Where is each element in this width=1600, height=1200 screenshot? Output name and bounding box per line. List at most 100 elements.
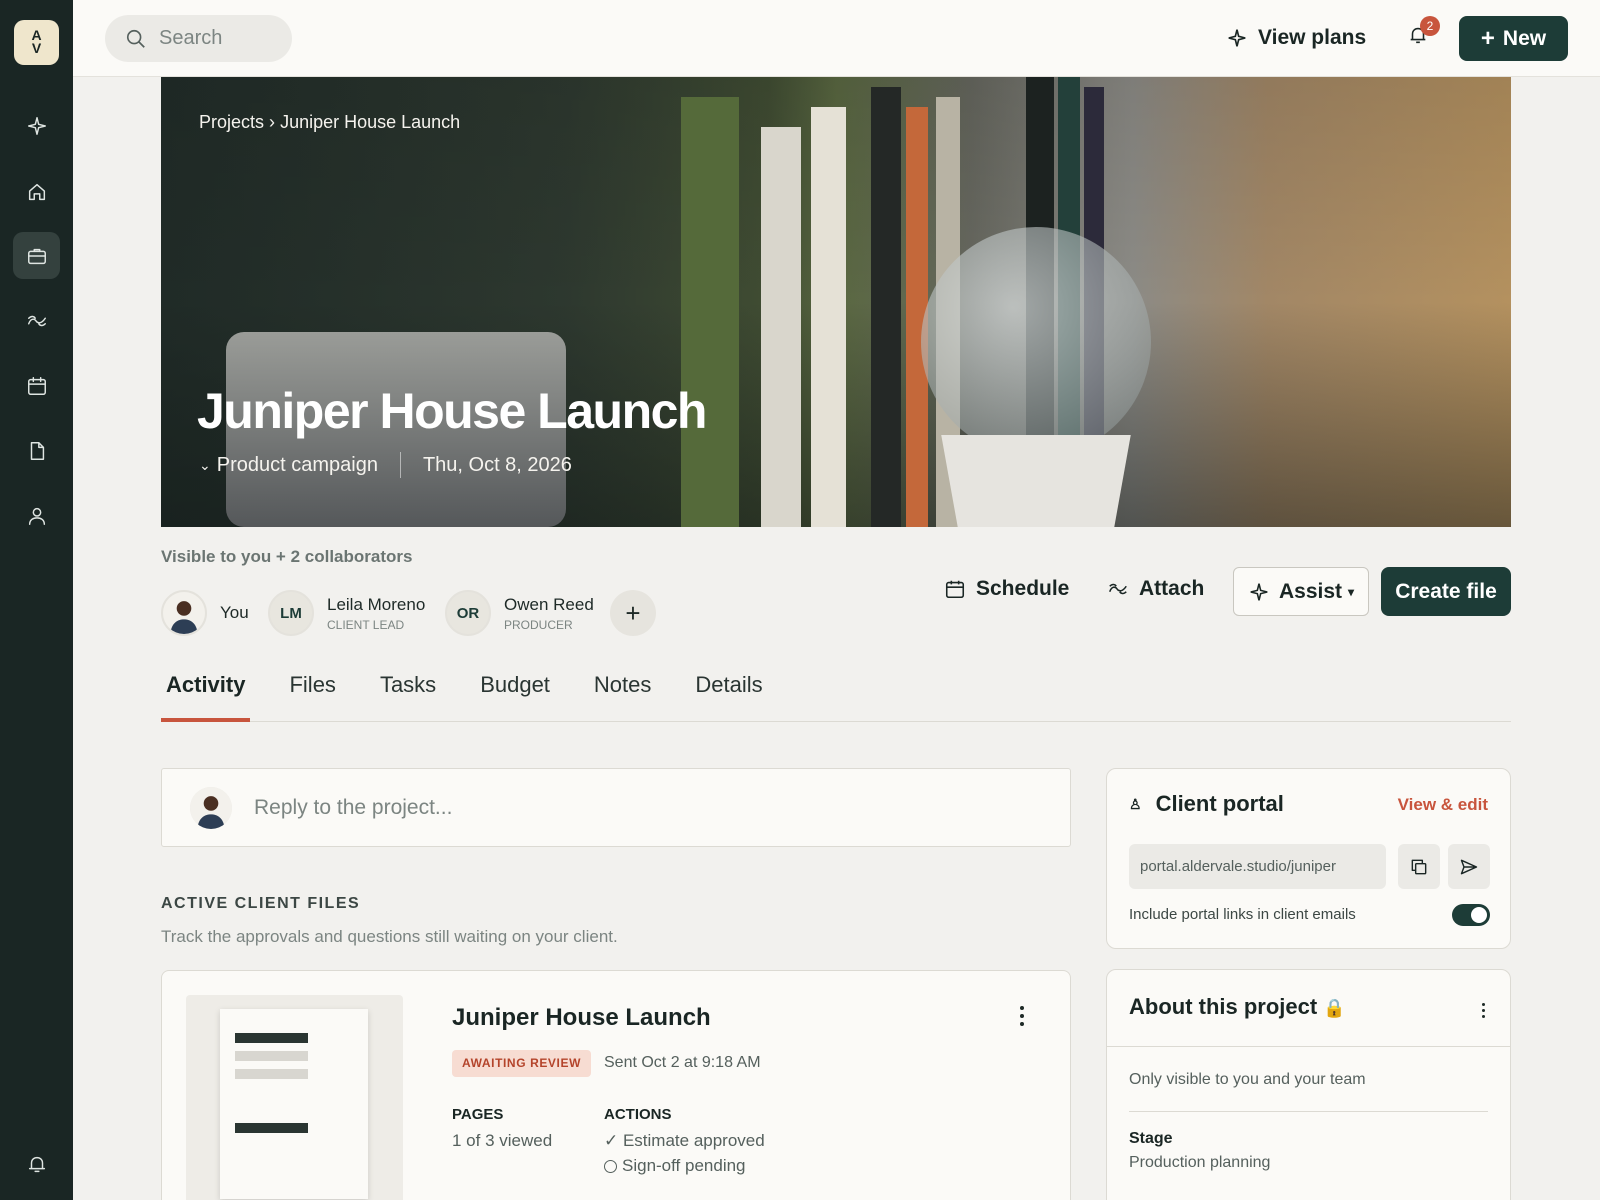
about-project-heading: About this project 🔒 <box>1129 994 1346 1020</box>
send-link-button[interactable] <box>1448 844 1490 889</box>
new-button[interactable]: + New <box>1459 16 1568 61</box>
collaborator-you[interactable]: You <box>161 590 249 636</box>
tab-notes[interactable]: Notes <box>589 660 656 722</box>
portal-icon: ♙ <box>1129 795 1142 812</box>
project-tabs: Activity Files Tasks Budget Notes Detail… <box>161 660 1511 722</box>
cover-book-green <box>681 97 739 527</box>
status-badge: AWAITING REVIEW <box>452 1050 592 1077</box>
breadcrumb-projects-link[interactable]: Projects <box>199 112 264 132</box>
search-icon <box>126 29 145 48</box>
view-plans-button[interactable]: View plans <box>1226 20 1366 56</box>
dot <box>1020 1006 1024 1010</box>
about-project-card: About this project 🔒 Only visible to you … <box>1106 969 1511 1200</box>
top-bar: View plans 2 + New <box>73 0 1600 77</box>
section-subtitle: Track the approvals and questions still … <box>161 927 618 946</box>
client-portal-card: ♙ Client portal View & edit Include port… <box>1106 768 1511 949</box>
preview-line <box>235 1069 308 1079</box>
toggle-knob <box>1471 907 1487 923</box>
search-box[interactable] <box>105 15 292 62</box>
collaborator-role: PRODUCER <box>504 617 573 632</box>
collaborator-leila-moreno[interactable]: LM Leila Moreno CLIENT LEAD <box>268 590 425 636</box>
preview-line <box>235 1051 308 1061</box>
preview-line <box>235 1123 308 1133</box>
client-portal-heading: ♙ Client portal <box>1129 791 1284 817</box>
tab-files[interactable]: Files <box>284 660 340 722</box>
caret-down-icon: ▾ <box>1348 584 1355 599</box>
meta-divider <box>399 452 401 478</box>
document-icon <box>30 441 44 460</box>
sparkle-icon <box>27 116 46 135</box>
search-input[interactable] <box>159 27 279 50</box>
avatar: LM <box>268 590 314 636</box>
about-project-title: About this project <box>1129 994 1318 1019</box>
cover-globe-base <box>941 435 1131 527</box>
portal-toggle-label: Include portal links in client emails <box>1129 906 1356 923</box>
view-edit-link[interactable]: View & edit <box>1398 795 1488 815</box>
sidebar-item-links[interactable] <box>13 297 60 344</box>
tab-tasks[interactable]: Tasks <box>375 660 441 722</box>
sparkle-icon <box>1250 583 1268 600</box>
dot <box>1481 1014 1485 1018</box>
link-icon <box>1109 583 1127 595</box>
add-collaborator-button[interactable]: + <box>610 590 656 636</box>
divider <box>1107 1046 1510 1047</box>
send-icon <box>1460 859 1478 874</box>
collaborator-owen-reed[interactable]: OR Owen Reed PRODUCER <box>445 590 594 636</box>
more-options-icon[interactable] <box>1010 1001 1034 1031</box>
portal-url-field[interactable] <box>1129 844 1386 889</box>
attach-button[interactable]: Attach <box>1107 570 1204 608</box>
stage-value[interactable]: Production planning <box>1129 1154 1270 1172</box>
cover-book-white <box>761 127 801 527</box>
assist-button[interactable]: Assist ▾ <box>1233 567 1369 616</box>
tab-budget[interactable]: Budget <box>475 660 555 722</box>
action-estimate: ✓ Estimate approved <box>604 1131 765 1150</box>
calendar-icon <box>27 376 46 395</box>
dot <box>1481 1008 1485 1012</box>
link-icon <box>27 315 46 326</box>
sidebar-item-documents[interactable] <box>13 427 60 474</box>
create-file-button[interactable]: Create file <box>1381 567 1511 616</box>
bell-icon <box>28 1156 45 1172</box>
sidebar-item-projects[interactable] <box>13 232 60 279</box>
sidebar-item-people[interactable] <box>13 492 60 539</box>
tab-activity[interactable]: Activity <box>161 660 251 722</box>
actions-label: ACTIONS <box>604 1106 672 1123</box>
user-avatar-icon <box>163 592 205 634</box>
reply-input[interactable] <box>254 795 1034 820</box>
action-signoff: Sign-off pending <box>604 1156 746 1176</box>
file-thumbnail <box>186 995 403 1200</box>
sidebar-item-notifications[interactable] <box>13 1140 60 1187</box>
divider <box>1129 1111 1488 1112</box>
copy-link-button[interactable] <box>1398 844 1440 889</box>
attach-label: Attach <box>1139 577 1205 600</box>
pages-value: 1 of 3 viewed <box>452 1131 553 1150</box>
sidebar-item-calendar[interactable] <box>13 362 60 409</box>
project-date[interactable]: Thu, Oct 8, 2026 <box>423 454 572 477</box>
breadcrumb: Projects › Juniper House Launch <box>199 112 460 133</box>
client-portal-title: Client portal <box>1155 791 1284 816</box>
project-hero: Projects › Juniper House Launch Juniper … <box>161 77 1511 527</box>
cover-snow-globe <box>921 227 1151 457</box>
sidebar: A V <box>0 0 73 1200</box>
schedule-button[interactable]: Schedule <box>944 570 1069 608</box>
notification-count-badge: 2 <box>1420 16 1440 36</box>
app-logo[interactable]: A V <box>14 20 59 65</box>
breadcrumb-current: Juniper House Launch <box>280 112 461 132</box>
portal-links-toggle[interactable] <box>1452 904 1490 926</box>
sidebar-item-sparkle[interactable] <box>13 102 60 149</box>
file-page-preview <box>220 1009 368 1199</box>
chevron-down-icon[interactable]: ⌄ <box>199 457 211 474</box>
dot <box>1020 1022 1024 1026</box>
client-file-card[interactable]: Juniper House Launch AWAITING REVIEW Sen… <box>161 970 1071 1200</box>
dot <box>1481 1002 1485 1006</box>
tab-details[interactable]: Details <box>690 660 767 722</box>
sidebar-item-home[interactable] <box>13 168 60 215</box>
avatar <box>161 590 207 636</box>
project-type[interactable]: Product campaign <box>217 454 378 477</box>
file-title[interactable]: Juniper House Launch <box>452 1004 711 1032</box>
more-options-icon[interactable] <box>1478 1000 1488 1020</box>
pages-label: PAGES <box>452 1106 504 1123</box>
reply-box[interactable] <box>161 768 1071 847</box>
collaborator-name: Leila Moreno <box>327 594 426 614</box>
plus-icon: + <box>1480 24 1495 52</box>
